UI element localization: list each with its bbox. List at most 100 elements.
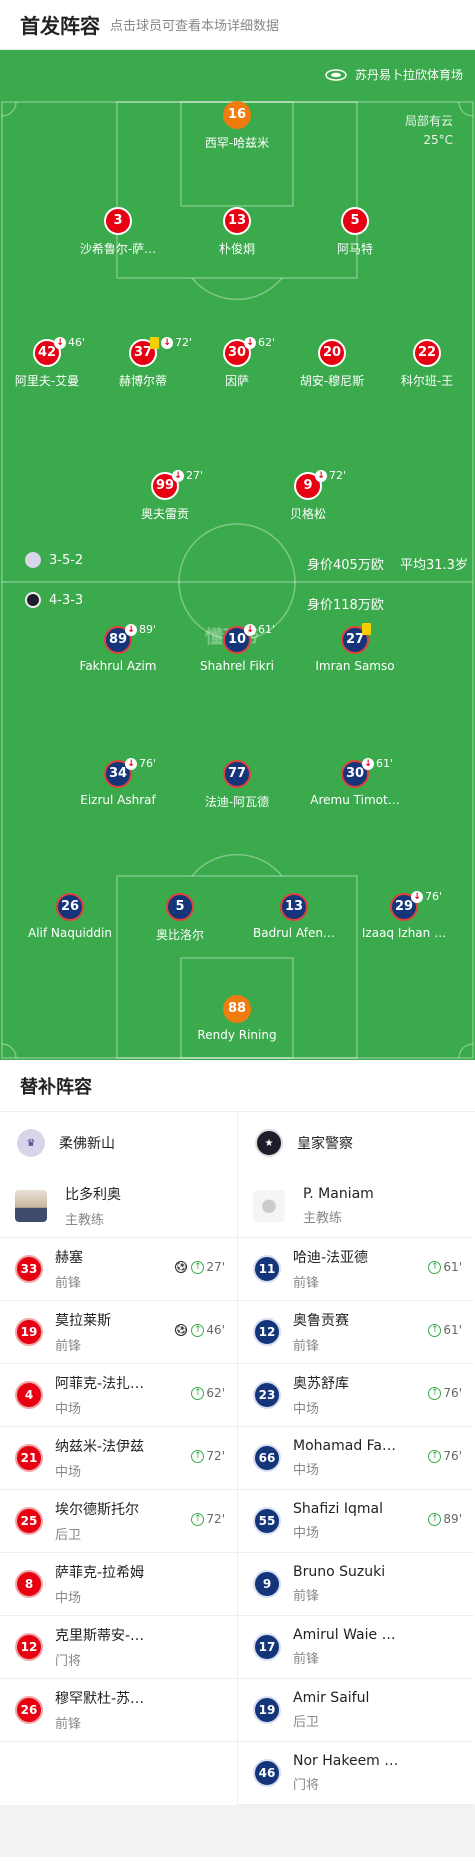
player-away_team-5[interactable]: 30 ↓ 61' Aremu Timot… xyxy=(300,757,410,807)
bench-player-position: 前锋 xyxy=(293,1339,320,1354)
player-name: 贝格松 xyxy=(289,507,326,521)
weather-temperature: 25°C xyxy=(423,133,453,147)
home-formation: 3-5-2 xyxy=(25,552,83,568)
player-number: 26 xyxy=(56,893,84,921)
home-team-logo-icon xyxy=(25,552,41,568)
player-away_team-8[interactable]: 13 Badrul Afen… xyxy=(239,893,349,940)
player-home_team-1[interactable]: 3 沙希鲁尔-萨… xyxy=(63,207,173,257)
player-away_team-2[interactable]: 27 Imran Samso xyxy=(300,623,410,673)
bench-row[interactable]: 66 Mohamad Fa… 中场 ↑ 76' xyxy=(238,1427,474,1490)
player-name: Rendy Rining xyxy=(197,1028,277,1042)
bench-row[interactable]: 21 纳兹米-法伊兹 中场 ↑ 72' xyxy=(0,1427,237,1490)
player-away_team-7[interactable]: 5 奥比洛尔 xyxy=(125,893,235,943)
bench-player-number: 8 xyxy=(15,1570,43,1598)
player-name: 西罕-哈兹米 xyxy=(204,136,270,150)
sub-on-time: 61' xyxy=(443,1323,462,1337)
home-bench: ♛ 柔佛新山 比多利奥 主教练 33 赫塞 前锋 ⚽ ↑ 27' 19 莫拉莱斯 前锋 ⚽ ↑ 46'… xyxy=(0,1112,237,1805)
bench-player-name: Shafizi Iqmal xyxy=(293,1501,383,1517)
sub-off-icon: ↓ xyxy=(54,336,66,349)
bench-row[interactable]: 33 赫塞 前锋 ⚽ ↑ 27' xyxy=(0,1238,237,1301)
bench-row[interactable]: 11 哈迪-法亚德 前锋 ↑ 61' xyxy=(238,1238,474,1301)
sub-on-time: 61' xyxy=(443,1260,462,1274)
player-home_team-3[interactable]: 5 阿马特 xyxy=(300,207,410,257)
bench-row[interactable]: 55 Shafizi Iqmal 中场 ↑ 89' xyxy=(238,1490,474,1553)
sub-on-icon: ↑ xyxy=(191,1512,205,1526)
sub-on-icon: ↑ xyxy=(191,1260,205,1274)
bench-row[interactable]: 12 奥鲁贡赛 前锋 ↑ 61' xyxy=(238,1301,474,1364)
player-number: 88 xyxy=(223,995,251,1023)
player-away_team-3[interactable]: 34 ↓ 76' Eizrul Ashraf xyxy=(63,757,173,807)
sub-on-icon: ↑ xyxy=(191,1323,205,1337)
bench-player-name: Nor Hakeem … xyxy=(293,1753,399,1769)
bench-player-number: 55 xyxy=(253,1507,281,1535)
sub-on-icon: ↑ xyxy=(428,1512,442,1526)
away-bench: ★ 皇家警察 ● P. Maniam 主教练 11 哈迪-法亚德 前锋 ↑ 61' 12 奥… xyxy=(237,1112,474,1805)
player-home_team-4[interactable]: 42 ↓ 46' 阿里夫-艾曼 xyxy=(0,336,102,389)
bench-row[interactable]: 17 Amirul Waie Y… 前锋 xyxy=(238,1616,474,1679)
bench-row[interactable]: 23 奥苏舒库 中场 ↑ 76' xyxy=(238,1364,474,1427)
bench-player-name: 穆罕默杜-苏… xyxy=(55,1691,145,1707)
bench-row[interactable]: 9 Bruno Suzuki 前锋 xyxy=(238,1553,474,1616)
player-number: 13 xyxy=(223,207,251,235)
bench-row[interactable]: 19 Amir Saiful 后卫 xyxy=(238,1679,474,1742)
player-number: 20 xyxy=(318,339,346,367)
bench-row[interactable]: 19 莫拉莱斯 前锋 ⚽ ↑ 46' xyxy=(0,1301,237,1364)
home-bench-team[interactable]: ♛ 柔佛新山 xyxy=(0,1112,237,1174)
player-away_team-10[interactable]: 88 Rendy Rining xyxy=(182,995,292,1042)
bench-row[interactable]: 46 Nor Hakeem … 门将 xyxy=(238,1742,474,1805)
player-home_team-0[interactable]: 16 西罕-哈兹米 xyxy=(182,101,292,151)
player-number: 22 xyxy=(413,339,441,367)
player-away_team-4[interactable]: 77 法迪-阿瓦德 xyxy=(182,760,292,810)
bench-title: 替补阵容 xyxy=(0,1060,475,1112)
bench-player-position: 前锋 xyxy=(55,1339,82,1354)
player-home_team-6[interactable]: 30 ↓ 62' 因萨 xyxy=(182,336,292,389)
player-number: 16 xyxy=(223,101,251,129)
away-bench-team[interactable]: ★ 皇家警察 xyxy=(238,1112,474,1174)
bench-row[interactable]: 8 萨菲克-拉希姆 中场 xyxy=(0,1553,237,1616)
player-away_team-9[interactable]: 29 ↓ 76' Izaaq Izhan … xyxy=(349,890,459,940)
venue-name: 苏丹易卜拉欣体育场 xyxy=(354,68,463,82)
player-home_team-10[interactable]: 9 ↓ 72' 贝格松 xyxy=(253,469,363,522)
lineup-header: 首发阵容 点击球员可查看本场详细数据 xyxy=(0,0,475,50)
bench-player-name: 奥苏舒库 xyxy=(293,1376,349,1392)
sub-on-time: 46' xyxy=(206,1323,225,1337)
player-home_team-9[interactable]: 99 ↓ 27' 奥夫雷贡 xyxy=(110,469,220,522)
sub-off-icon: ↓ xyxy=(244,623,256,636)
home-team-avg-age: 平均31.3岁 xyxy=(400,558,468,573)
player-name: 科尔班-王 xyxy=(400,374,454,388)
away-coach[interactable]: ● P. Maniam 主教练 xyxy=(238,1174,474,1238)
player-number: 5 xyxy=(166,893,194,921)
player-home_team-7[interactable]: 20 胡安-穆尼斯 xyxy=(277,339,387,389)
bench-player-number: 66 xyxy=(253,1444,281,1472)
bench-player-number: 25 xyxy=(15,1507,43,1535)
bench-row[interactable]: 26 穆罕默杜-苏… 前锋 xyxy=(0,1679,237,1742)
player-number: 77 xyxy=(223,760,251,788)
bench-row[interactable]: 4 阿菲克-法扎… 中场 ↑ 62' xyxy=(0,1364,237,1427)
bench-player-number: 4 xyxy=(15,1381,43,1409)
bench-sub-event: ↑ 61' xyxy=(428,1323,462,1337)
player-away_team-0[interactable]: 89 ↓ 89' Fakhrul Azim xyxy=(63,623,173,673)
bench-player-name: Amirul Waie Y… xyxy=(293,1627,403,1643)
player-home_team-8[interactable]: 22 科尔班-王 xyxy=(372,339,475,389)
player-away_team-6[interactable]: 26 Alif Naquiddin xyxy=(15,893,125,940)
player-home_team-2[interactable]: 13 朴俊炯 xyxy=(182,207,292,257)
sub-on-time: 76' xyxy=(443,1449,462,1463)
sub-time: 46' xyxy=(68,336,86,349)
bench-row[interactable]: 25 埃尔德斯托尔 后卫 ↑ 72' xyxy=(0,1490,237,1553)
bench-player-name: 克里斯蒂安-… xyxy=(55,1628,145,1644)
sub-off-icon: ↓ xyxy=(161,336,173,349)
home-coach[interactable]: 比多利奥 主教练 xyxy=(0,1174,237,1238)
player-events: ↓ 89' xyxy=(125,623,156,636)
bench-player-name: 萨菲克-拉希姆 xyxy=(55,1565,145,1581)
sub-off-icon: ↓ xyxy=(244,336,256,349)
away-bench-team-name: 皇家警察 xyxy=(297,1136,353,1152)
bench-player-name: 纳兹米-法伊兹 xyxy=(55,1439,145,1455)
bench-row[interactable]: 12 克里斯蒂安-… 门将 xyxy=(0,1616,237,1679)
bench-player-name: Amir Saiful xyxy=(293,1690,370,1706)
page-subtitle: 点击球员可查看本场详细数据 xyxy=(110,19,280,34)
player-away_team-1[interactable]: 10 ↓ 61' Shahrel Fikri xyxy=(182,623,292,673)
bench-player-position: 后卫 xyxy=(55,1528,82,1543)
player-number: 5 xyxy=(341,207,369,235)
away-team-logo-icon xyxy=(25,592,41,608)
stadium-icon xyxy=(325,68,347,81)
